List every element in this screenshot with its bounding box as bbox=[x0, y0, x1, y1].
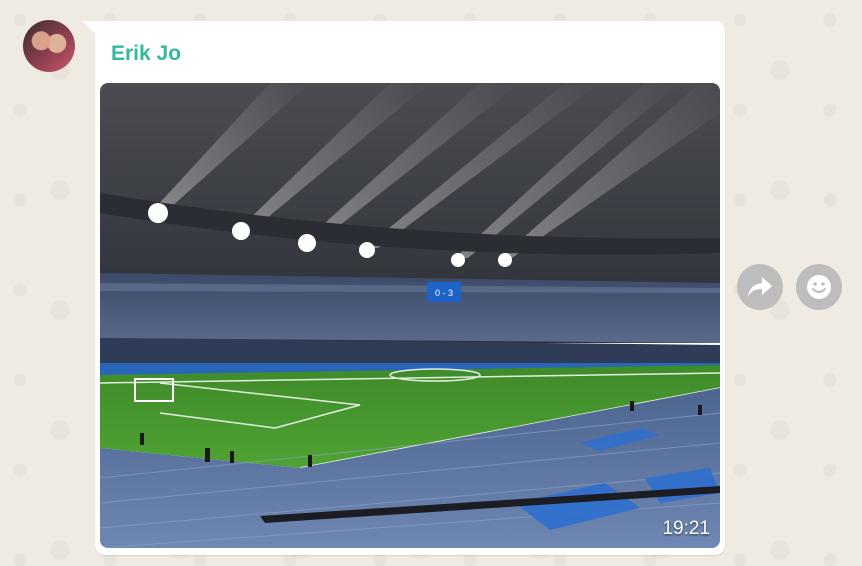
bubble-tail bbox=[82, 21, 96, 35]
sender-avatar[interactable] bbox=[23, 20, 75, 72]
forward-icon bbox=[748, 277, 772, 297]
emoji-smile-icon bbox=[807, 275, 831, 299]
react-button[interactable] bbox=[796, 264, 842, 310]
stadium-photo: 0 - 3 bbox=[100, 83, 720, 548]
scoreboard-text: 0 - 3 bbox=[435, 288, 453, 298]
message-bubble[interactable]: Erik Jo 0 - 3 19:21 bbox=[95, 21, 725, 555]
message-timestamp: 19:21 bbox=[662, 518, 710, 539]
message-photo[interactable]: 0 - 3 19:21 bbox=[100, 83, 720, 548]
forward-button[interactable] bbox=[737, 264, 783, 310]
sender-name[interactable]: Erik Jo bbox=[111, 42, 181, 66]
